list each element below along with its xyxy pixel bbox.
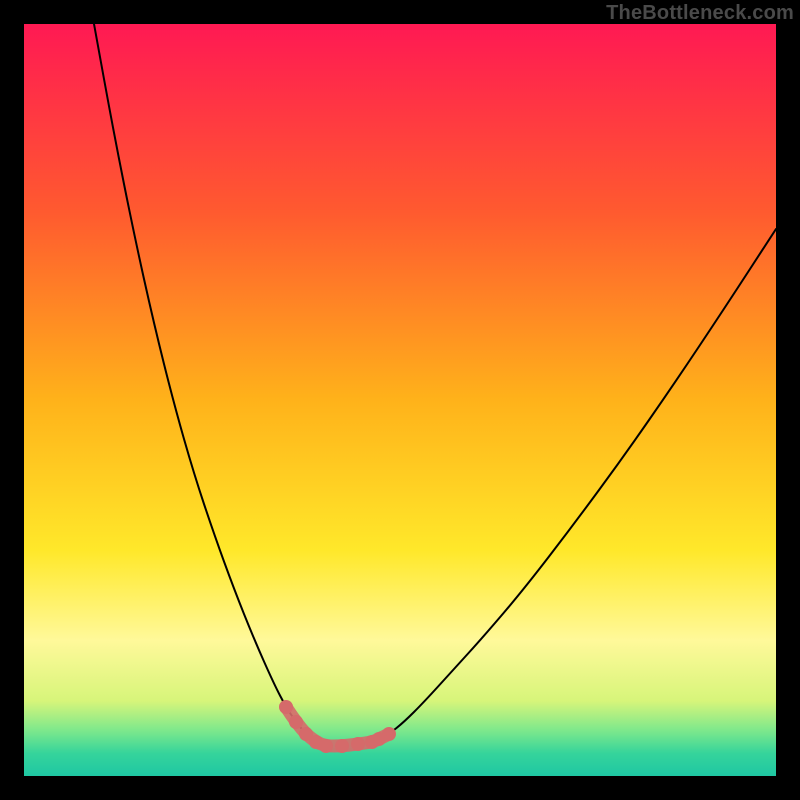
valley-marker-dot xyxy=(279,700,293,714)
valley-marker-dot xyxy=(382,727,396,741)
valley-marker-dot xyxy=(335,739,349,753)
chart-frame xyxy=(24,24,776,776)
valley-marker-dot xyxy=(351,737,365,751)
watermark-text: TheBottleneck.com xyxy=(606,2,794,25)
valley-marker-dot xyxy=(319,739,333,753)
curve-left-branch xyxy=(94,24,316,742)
valley-marker-dot xyxy=(289,715,303,729)
curve-right-branch xyxy=(372,229,776,744)
curve-layer xyxy=(24,24,776,776)
valley-marker-dots xyxy=(279,700,396,753)
